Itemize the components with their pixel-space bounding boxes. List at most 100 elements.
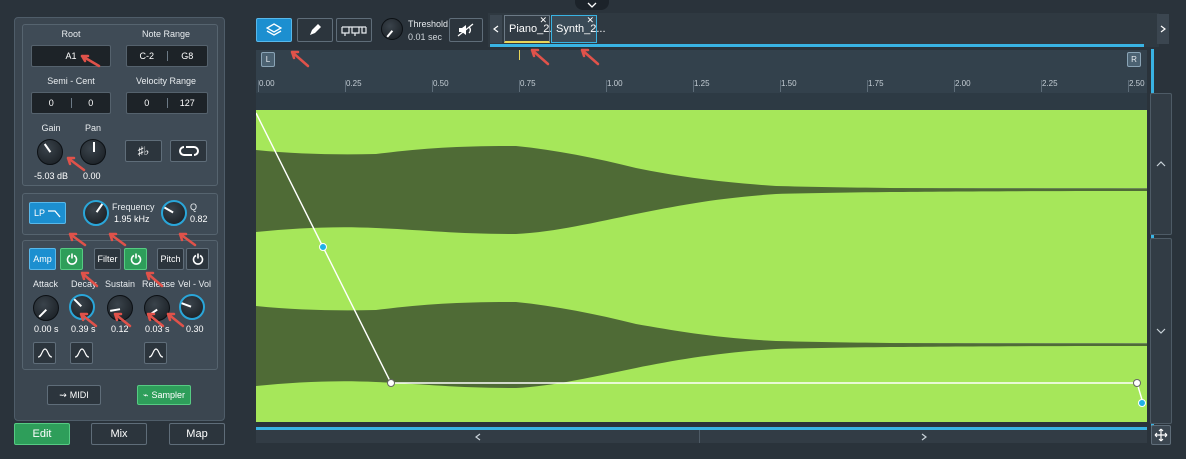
scroll-right-button[interactable] bbox=[701, 430, 1147, 443]
chevron-left-icon bbox=[474, 433, 480, 440]
ruler-tick-label: 2.50 bbox=[1129, 79, 1145, 88]
frequency-knob[interactable] bbox=[83, 200, 109, 226]
release-value: 0.03 s bbox=[145, 324, 170, 334]
move-arrows-icon bbox=[1154, 428, 1168, 442]
sampler-label: Sampler bbox=[151, 390, 185, 400]
release-label: Release bbox=[142, 279, 176, 289]
release-knob[interactable] bbox=[144, 295, 170, 321]
threshold-label: Threshold bbox=[408, 19, 449, 29]
clip-tab-piano[interactable]: Piano_2... ✕ bbox=[504, 15, 559, 43]
note-range-high: G8 bbox=[181, 51, 194, 61]
midi-mode-button[interactable]: ⇝ MIDI bbox=[47, 385, 101, 405]
filter-type-button[interactable]: LP bbox=[29, 202, 66, 224]
vertical-zoom-down[interactable] bbox=[1150, 238, 1172, 424]
midi-icon: ⇝ bbox=[59, 389, 67, 400]
chevron-down-icon bbox=[587, 2, 597, 8]
clip-tab-synth[interactable]: Synth_2... ✕ bbox=[551, 15, 606, 43]
sustain-label: Sustain bbox=[105, 279, 136, 289]
threshold-knob[interactable] bbox=[381, 18, 403, 40]
scroll-left-button[interactable] bbox=[256, 430, 700, 443]
midi-label: MIDI bbox=[69, 390, 89, 400]
semi-value: 0 bbox=[48, 98, 54, 108]
ruler-tick-label: 1.50 bbox=[781, 79, 797, 88]
semi-cent-field[interactable]: 00 bbox=[31, 92, 111, 114]
velocity-range-field[interactable]: 0 127 bbox=[126, 92, 208, 114]
curve-icon bbox=[74, 348, 89, 358]
note-range-field[interactable]: C-2 G8 bbox=[126, 45, 208, 67]
curve-icon bbox=[37, 348, 52, 358]
attack-knob[interactable] bbox=[33, 295, 59, 321]
root-label: Root bbox=[61, 29, 81, 39]
velocity-range-label: Velocity Range bbox=[135, 76, 197, 86]
release-curve-button[interactable] bbox=[144, 342, 167, 364]
gain-value: -5.03 dB bbox=[34, 171, 69, 181]
power-icon bbox=[66, 253, 77, 265]
pitch-power-button[interactable] bbox=[186, 248, 209, 270]
pitch-label: Pitch bbox=[160, 254, 181, 264]
layers-button[interactable] bbox=[256, 18, 292, 42]
pan-knob[interactable] bbox=[80, 139, 106, 165]
slice-button[interactable] bbox=[336, 18, 372, 42]
clip-tabs-underline bbox=[490, 44, 1144, 47]
pan-value: 0.00 bbox=[83, 171, 101, 181]
gain-knob[interactable] bbox=[37, 139, 63, 165]
sharp-flat-icon: ♯♭ bbox=[137, 144, 150, 158]
clip-scroll-left[interactable] bbox=[490, 15, 502, 43]
decay-label: Decay bbox=[71, 279, 97, 289]
decay-knob[interactable] bbox=[69, 294, 95, 320]
decay-value: 0.39 s bbox=[71, 324, 96, 334]
sharp-flat-button[interactable]: ♯♭ bbox=[125, 140, 162, 162]
root-value: A1 bbox=[65, 51, 77, 61]
frequency-label: Frequency bbox=[112, 202, 155, 212]
vel-vol-knob[interactable] bbox=[179, 294, 205, 320]
tab-mix[interactable]: Mix bbox=[91, 423, 147, 445]
filter-env-label: Filter bbox=[97, 254, 118, 264]
decay-curve-button[interactable] bbox=[70, 342, 93, 364]
amp-label: Amp bbox=[33, 254, 52, 264]
mute-monitor-button[interactable] bbox=[449, 18, 483, 42]
collapse-toggle[interactable] bbox=[575, 0, 609, 10]
threshold-value: 0.01 sec bbox=[408, 32, 443, 42]
ruler-tick-label: 0.00 bbox=[259, 79, 275, 88]
tab-map[interactable]: Map bbox=[169, 423, 225, 445]
filter-envelope-button[interactable]: Filter bbox=[94, 248, 121, 270]
chevron-right-icon bbox=[1160, 25, 1166, 33]
tab-edit[interactable]: Edit bbox=[14, 423, 70, 445]
power-icon bbox=[192, 253, 203, 265]
chevron-up-icon bbox=[1156, 161, 1166, 167]
q-value: 0.82 bbox=[190, 214, 208, 224]
waveform-display bbox=[256, 112, 1147, 407]
velocity-high: 127 bbox=[179, 98, 195, 108]
attack-curve-button[interactable] bbox=[33, 342, 56, 364]
sustain-knob[interactable] bbox=[107, 295, 133, 321]
amp-power-button[interactable] bbox=[60, 248, 83, 270]
right-marker-label: R bbox=[1131, 55, 1137, 64]
vertical-zoom-up[interactable] bbox=[1150, 93, 1172, 235]
pitch-envelope-button[interactable]: Pitch bbox=[157, 248, 184, 270]
chevron-down-icon bbox=[1156, 328, 1166, 334]
move-view-button[interactable] bbox=[1151, 425, 1171, 445]
loop-right-marker[interactable]: R bbox=[1127, 52, 1141, 67]
loop-icon bbox=[178, 146, 199, 156]
frequency-value: 1.95 kHz bbox=[114, 214, 150, 224]
q-knob[interactable] bbox=[161, 200, 187, 226]
pencil-button[interactable] bbox=[297, 18, 333, 42]
sampler-mode-button[interactable]: ⌁ Sampler bbox=[137, 385, 191, 405]
ruler-tick-label: 1.75 bbox=[868, 79, 884, 88]
loop-left-marker[interactable]: L bbox=[261, 52, 275, 67]
pencil-icon bbox=[310, 24, 321, 35]
close-icon[interactable]: ✕ bbox=[586, 15, 594, 26]
filter-power-button[interactable] bbox=[124, 248, 147, 270]
loop-button[interactable] bbox=[170, 140, 207, 162]
clip-tab-label: Synth_2... bbox=[556, 23, 606, 35]
ruler-tick-label: 1.25 bbox=[694, 79, 710, 88]
close-icon[interactable]: ✕ bbox=[539, 15, 547, 26]
ruler-tick-label: 2.25 bbox=[1042, 79, 1058, 88]
ruler-tick-label: 2.00 bbox=[955, 79, 971, 88]
semi-cent-label: Semi - Cent bbox=[47, 76, 95, 86]
amp-envelope-button[interactable]: Amp bbox=[29, 248, 56, 270]
root-field[interactable]: A1 bbox=[31, 45, 111, 67]
q-label: Q bbox=[190, 202, 198, 212]
attack-value: 0.00 s bbox=[34, 324, 59, 334]
clip-scroll-right[interactable] bbox=[1157, 14, 1169, 44]
